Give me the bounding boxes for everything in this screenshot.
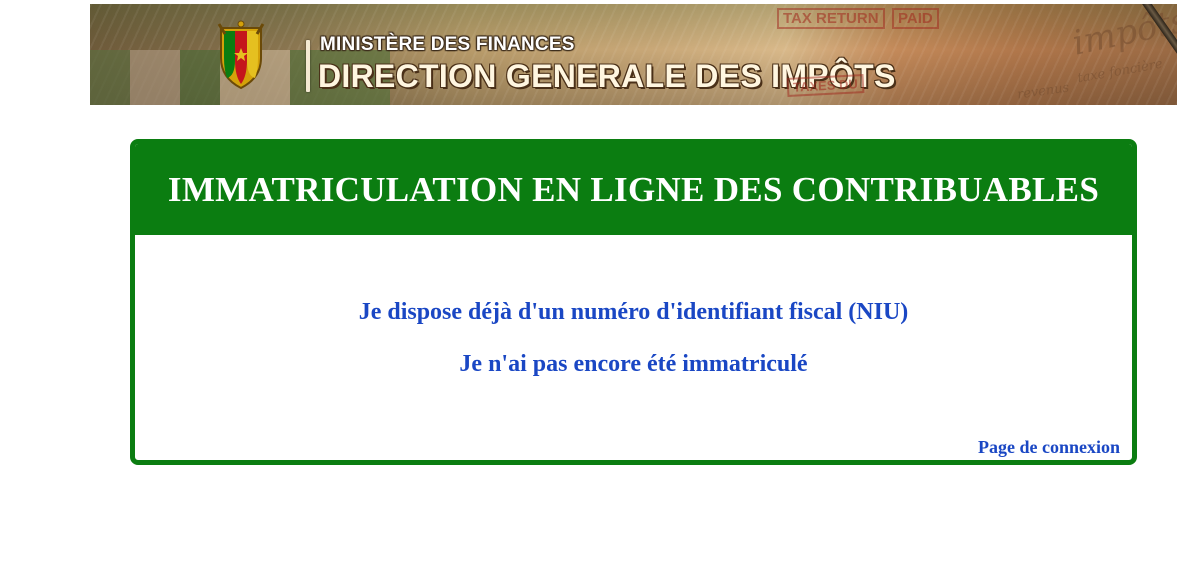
banner-tax-papers: TAX RETURN PAID TAXES DU impôts taxe fon…: [677, 4, 1177, 105]
ministry-name: MINISTÈRE DES FINANCES: [320, 34, 575, 55]
coat-of-arms-icon: [217, 20, 265, 90]
banner-divider: [306, 40, 310, 92]
banner-stamp-tax-return: TAX RETURN: [777, 8, 885, 29]
existing-niu-link[interactable]: Je dispose déjà d'un numéro d'identifian…: [135, 299, 1132, 326]
banner-word-impots: impôts: [1069, 4, 1177, 64]
registration-panel: IMMATRICULATION EN LIGNE DES CONTRIBUABL…: [130, 139, 1137, 465]
panel-header: IMMATRICULATION EN LIGNE DES CONTRIBUABL…: [135, 144, 1132, 235]
banner-word-revenus: revenus: [1016, 80, 1071, 103]
page-title: IMMATRICULATION EN LIGNE DES CONTRIBUABL…: [167, 169, 1100, 209]
banner-stamp-paid: PAID: [892, 8, 939, 29]
panel-body: Je dispose déjà d'un numéro d'identifian…: [135, 235, 1132, 460]
header-banner: MINISTÈRE DES FINANCES DIRECTION GENERAL…: [90, 4, 1177, 105]
banner-stamp-taxes: TAXES DU: [786, 74, 865, 97]
login-page-link[interactable]: Page de connexion: [978, 437, 1120, 458]
new-registration-link[interactable]: Je n'ai pas encore été immatriculé: [135, 351, 1132, 378]
